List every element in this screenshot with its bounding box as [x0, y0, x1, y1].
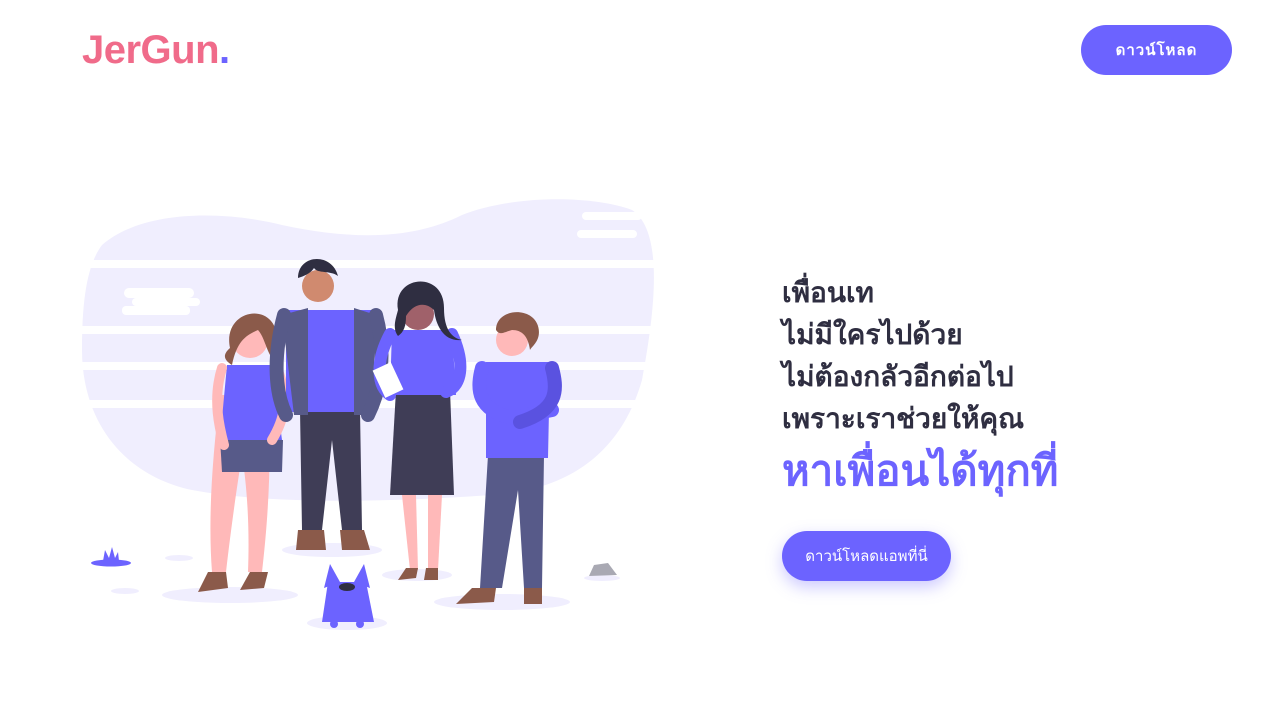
cloud-shape — [582, 212, 642, 220]
hero-line-3: ไม่ต้องกลัวอีกต่อไป — [782, 360, 1014, 393]
hero-text-block: เพื่อนเท ไม่มีใครไปด้วย ไม่ต้องกลัวอีกต่… — [782, 272, 1058, 502]
download-app-button[interactable]: ดาวน์โหลดแอพที่นี่ — [782, 531, 951, 581]
brand-dot: . — [219, 28, 230, 72]
cloud-shape — [124, 288, 194, 298]
shadow — [162, 587, 298, 603]
shadow — [165, 555, 193, 561]
cloud-shape — [122, 306, 190, 315]
landing-page: JerGun. ดาวน์โหลด เพื่อนเท ไม่มีใครไปด้ว… — [0, 0, 1280, 720]
dog-icon — [322, 564, 374, 628]
hero-line-2: ไม่มีใครไปด้วย — [782, 318, 963, 351]
rock-icon — [589, 563, 617, 576]
brand-name: JerGun — [82, 28, 220, 72]
shadow — [111, 588, 139, 594]
hero-line-4: เพราะเราช่วยให้คุณ — [782, 402, 1025, 435]
people-group-illustration — [72, 199, 672, 630]
streak — [72, 260, 672, 268]
brand-logo[interactable]: JerGun. — [82, 26, 230, 74]
hero-highlight: หาเพื่อนได้ทุกที่ — [782, 446, 1059, 495]
header-download-button[interactable]: ดาวน์โหลด — [1081, 25, 1232, 75]
hero-line-1: เพื่อนเท — [782, 276, 875, 309]
cloud-shape — [577, 230, 637, 238]
shadow — [434, 594, 570, 610]
cloud-shape — [132, 298, 200, 306]
